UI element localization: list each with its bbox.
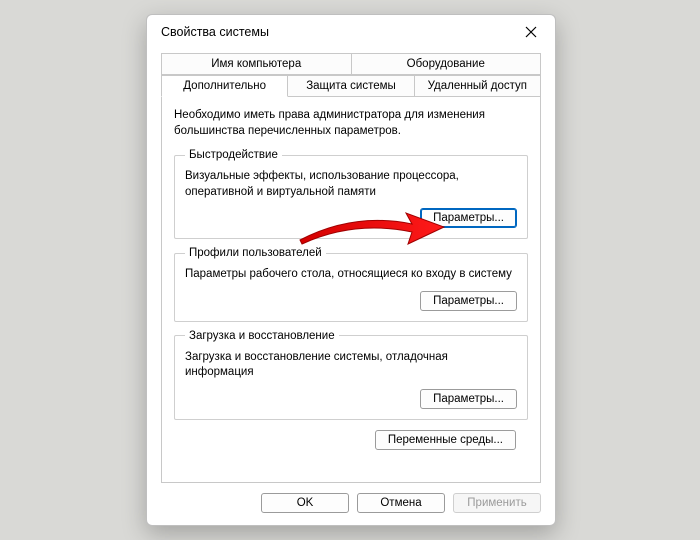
startup-desc: Загрузка и восстановление системы, отлад… [185,350,517,381]
profiles-settings-button[interactable]: Параметры... [420,291,517,311]
cancel-button[interactable]: Отмена [357,493,445,513]
admin-note: Необходимо иметь права администратора дл… [174,108,528,139]
tab-system-protection[interactable]: Защита системы [287,75,414,97]
startup-settings-button[interactable]: Параметры... [420,389,517,409]
ok-button[interactable]: OK [261,493,349,513]
apply-button[interactable]: Применить [453,493,541,513]
environment-variables-button[interactable]: Переменные среды... [375,430,516,450]
close-button[interactable] [509,17,553,47]
performance-desc: Визуальные эффекты, использование процес… [185,169,517,200]
tab-hardware[interactable]: Оборудование [351,53,542,75]
startup-group: Загрузка и восстановление Загрузка и вос… [174,330,528,420]
performance-settings-button[interactable]: Параметры... [420,208,517,228]
tab-remote[interactable]: Удаленный доступ [414,75,541,97]
profiles-desc: Параметры рабочего стола, относящиеся ко… [185,267,517,283]
profiles-legend: Профили пользователей [185,247,326,259]
performance-legend: Быстродействие [185,149,282,161]
profiles-group: Профили пользователей Параметры рабочего… [174,247,528,322]
system-properties-dialog: Свойства системы Имя компьютера Оборудов… [146,14,556,526]
tab-advanced[interactable]: Дополнительно [161,75,288,97]
close-icon [525,26,537,38]
titlebar: Свойства системы [147,15,555,49]
tab-computer-name[interactable]: Имя компьютера [161,53,352,75]
startup-legend: Загрузка и восстановление [185,330,339,342]
tab-container: Имя компьютера Оборудование Дополнительн… [161,53,541,97]
dialog-footer: OK Отмена Применить [147,483,555,525]
performance-group: Быстродействие Визуальные эффекты, испол… [174,149,528,239]
window-title: Свойства системы [161,25,509,39]
advanced-panel: Необходимо иметь права администратора дл… [161,96,541,483]
